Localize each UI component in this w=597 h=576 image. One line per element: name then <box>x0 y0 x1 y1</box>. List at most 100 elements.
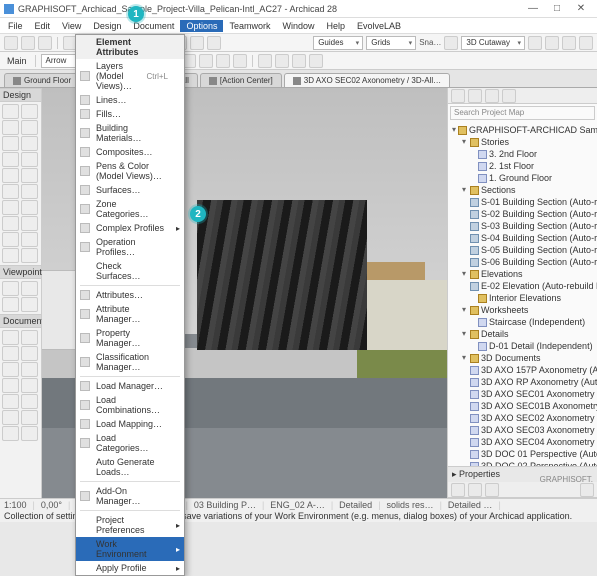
nav-tab-view-icon[interactable] <box>468 89 482 103</box>
viewpoint-section[interactable]: Viewpoint <box>3 267 42 277</box>
tool-button[interactable] <box>2 248 19 263</box>
tree-item[interactable]: 3D AXO SEC03 Axonometry (Auto-rebuild Mo… <box>450 424 595 436</box>
menu-window[interactable]: Window <box>276 20 320 32</box>
tool-button[interactable] <box>2 168 19 183</box>
tool-button[interactable] <box>21 120 38 135</box>
tree-item[interactable]: S-02 Building Section (Auto-rebuild Mode… <box>450 208 595 220</box>
menu-options[interactable]: Options <box>180 20 223 32</box>
toolbar-snap-icon[interactable] <box>444 36 458 50</box>
tool-button[interactable] <box>2 200 19 215</box>
design-section[interactable]: Design <box>3 90 31 100</box>
tree-item[interactable]: 3D AXO SEC02 Axonometry (Auto-rebuild Mo… <box>450 412 595 424</box>
tree-item[interactable]: E-02 Elevation (Auto-rebuild Model) <box>450 280 595 292</box>
tree-item[interactable]: 3D DOC 01 Perspective (Auto-rebuild Mode… <box>450 448 595 460</box>
cutaway-combo[interactable]: 3D Cutaway <box>461 36 525 50</box>
menu-item[interactable]: Attributes… <box>76 288 184 302</box>
status-item[interactable]: Detailed … <box>448 500 493 510</box>
menu-item[interactable]: Lines… <box>76 93 184 107</box>
toolbar-btn[interactable] <box>562 36 576 50</box>
tree-item[interactable]: 3D AXO RP Axonometry (Auto-rebuild Model… <box>450 376 595 388</box>
tree-item[interactable]: ▾Details <box>450 328 595 340</box>
opt-icon[interactable] <box>275 54 289 68</box>
menu-item[interactable]: Composites… <box>76 145 184 159</box>
opt-icon[interactable] <box>258 54 272 68</box>
tree-item[interactable]: 2. 1st Floor <box>450 160 595 172</box>
document-section[interactable]: Document <box>3 316 44 326</box>
tool-button[interactable] <box>2 410 19 425</box>
nav-action-icon[interactable] <box>451 483 465 497</box>
menu-file[interactable]: File <box>2 20 29 32</box>
toolbar-new-icon[interactable] <box>4 36 18 50</box>
tool-button[interactable] <box>21 152 38 167</box>
tool-button[interactable] <box>2 232 19 247</box>
tree-item[interactable]: ▾Elevations <box>450 268 595 280</box>
tool-button[interactable] <box>2 426 19 441</box>
opt-icon[interactable] <box>199 54 213 68</box>
tree-item[interactable]: ▾Worksheets <box>450 304 595 316</box>
toolbar-btn[interactable] <box>545 36 559 50</box>
tool-button[interactable] <box>2 362 19 377</box>
menu-item[interactable]: Add-On Manager… <box>76 484 184 508</box>
menu-item[interactable]: Pens & Color (Model Views)… <box>76 159 184 183</box>
tree-item[interactable]: S-06 Building Section (Auto-rebuild Mode… <box>450 256 595 268</box>
nav-action-icon[interactable] <box>485 483 499 497</box>
tool-button[interactable] <box>2 394 19 409</box>
tree-item[interactable]: ▾Stories <box>450 136 595 148</box>
status-item[interactable]: 0,00° <box>41 500 62 510</box>
tree-item[interactable]: ▾GRAPHISOFT-ARCHICAD Sample Project - Vi… <box>450 124 595 136</box>
view-tab[interactable]: [Action Center] <box>200 73 282 87</box>
tool-button[interactable] <box>21 297 38 312</box>
tree-item[interactable]: 3D AXO SEC04 Axonometry (Auto-rebuild Mo… <box>450 436 595 448</box>
tool-button[interactable] <box>21 200 38 215</box>
tool-button[interactable] <box>2 297 19 312</box>
tool-button[interactable] <box>21 346 38 361</box>
tool-button[interactable] <box>2 378 19 393</box>
maximize-button[interactable]: □ <box>545 1 569 17</box>
menu-item[interactable]: Zone Categories… <box>76 197 184 221</box>
tree-item[interactable]: 3D AXO SEC01 Axonometry (Auto-rebuild Mo… <box>450 388 595 400</box>
grids-combo[interactable]: Grids <box>366 36 416 50</box>
tool-button[interactable] <box>2 346 19 361</box>
tool-button[interactable] <box>21 394 38 409</box>
tool-button[interactable] <box>21 168 38 183</box>
navigator-search-input[interactable]: Search Project Map <box>450 106 595 120</box>
status-item[interactable]: 03 Building P… <box>194 500 256 510</box>
tool-button[interactable] <box>21 232 38 247</box>
guides-combo[interactable]: Guides <box>313 36 363 50</box>
tool-button[interactable] <box>21 184 38 199</box>
menu-item[interactable]: Project Preferences <box>76 513 184 537</box>
opt-icon[interactable] <box>292 54 306 68</box>
tree-item[interactable]: S-05 Building Section (Auto-rebuild Mode… <box>450 244 595 256</box>
menu-item[interactable]: Classification Manager… <box>76 350 184 374</box>
view-tab[interactable]: Ground Floor <box>4 73 80 87</box>
tree-item[interactable]: S-03 Building Section (Auto-rebuild Mode… <box>450 220 595 232</box>
tree-item[interactable]: S-04 Building Section (Auto-rebuild Mode… <box>450 232 595 244</box>
tree-item[interactable]: 1. Ground Floor <box>450 172 595 184</box>
tree-item[interactable]: 3D AXO 157P Axonometry (Auto-rebuild Mod… <box>450 364 595 376</box>
nav-action-icon[interactable] <box>580 483 594 497</box>
tool-button[interactable] <box>2 330 19 345</box>
tool-button[interactable] <box>2 184 19 199</box>
tree-item[interactable]: 3D AXO SEC01B Axonometry (Auto-rebuild M… <box>450 400 595 412</box>
menu-edit[interactable]: Edit <box>29 20 57 32</box>
menu-help[interactable]: Help <box>321 20 352 32</box>
tool-button[interactable] <box>2 136 19 151</box>
project-tree[interactable]: ▾GRAPHISOFT-ARCHICAD Sample Project - Vi… <box>448 122 597 466</box>
menu-item[interactable]: Work Environment <box>76 537 184 561</box>
nav-tab-layout-icon[interactable] <box>485 89 499 103</box>
tool-button[interactable] <box>21 410 38 425</box>
opt-icon[interactable] <box>233 54 247 68</box>
nav-tab-project-icon[interactable] <box>451 89 465 103</box>
nav-action-icon[interactable] <box>468 483 482 497</box>
menu-design[interactable]: Design <box>87 20 127 32</box>
close-button[interactable]: ✕ <box>569 1 593 17</box>
menu-teamwork[interactable]: Teamwork <box>223 20 276 32</box>
toolbar-btn[interactable] <box>207 36 221 50</box>
menu-item[interactable]: Load Mapping… <box>76 417 184 431</box>
toolbar-btn[interactable] <box>579 36 593 50</box>
tool-button[interactable] <box>2 120 19 135</box>
tool-button[interactable] <box>2 281 19 296</box>
menu-item[interactable]: Apply Profile <box>76 561 184 575</box>
menu-item[interactable]: Surfaces… <box>76 183 184 197</box>
tool-button[interactable] <box>21 378 38 393</box>
